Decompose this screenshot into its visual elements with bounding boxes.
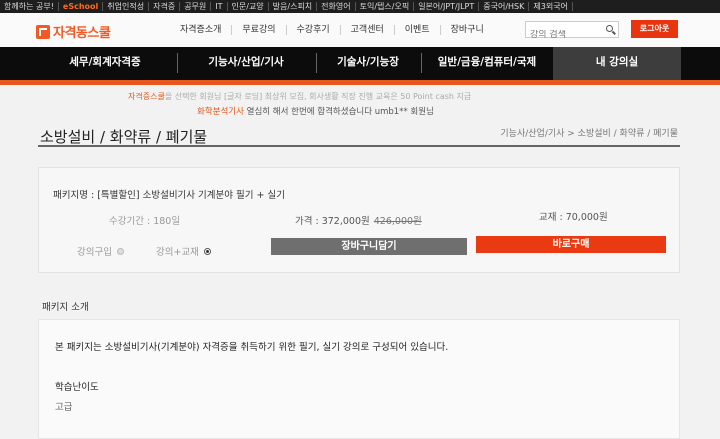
family-link-phone-english[interactable]: 전화영어 xyxy=(317,2,356,11)
search-input[interactable] xyxy=(530,30,600,40)
ticker-text: 을 선택한 회원님 [글자 로딩] 최상위 모집, 회사생활 직장 진행 교육은… xyxy=(164,92,472,101)
option-lecture-only[interactable]: 강의구입 xyxy=(77,244,124,258)
original-price: 426,000원 xyxy=(373,216,422,227)
search-box xyxy=(525,21,619,40)
notice-ticker: 자격증스쿨을 선택한 회원님 [글자 로딩] 최상위 모집, 회사생활 직장 진… xyxy=(0,86,720,120)
nav-cart[interactable]: 장바구니 xyxy=(441,25,494,35)
ticker-highlight: 화학분석기사 xyxy=(197,107,244,117)
site-header: 자격동스쿨 자격증소개 무료강의 수강후기 고객센터 이벤트 장바구니 로그아웃 xyxy=(0,13,720,47)
nav-reviews[interactable]: 수강후기 xyxy=(287,25,341,35)
main-nav-general[interactable]: 일반/금융/컴퓨터/국제 xyxy=(423,47,551,80)
nav-divider xyxy=(177,53,178,73)
nav-accent-bar xyxy=(0,80,720,85)
ticker-line-1: 자격증스쿨을 선택한 회원님 [글자 로딩] 최상위 모집, 회사생활 직장 진… xyxy=(128,91,471,102)
package-name: 패키지명 : [특별할인] 소방설비기사 기계분야 필기 + 실기 xyxy=(53,190,285,201)
family-link-third-language[interactable]: 제3외국어 xyxy=(529,2,573,11)
difficulty-value: 고급 xyxy=(55,402,73,413)
family-link-career[interactable]: 취업인적성 xyxy=(103,2,150,11)
eschool-link[interactable]: eSchool xyxy=(59,2,104,11)
logo-text: 자격동스쿨 xyxy=(53,26,111,41)
family-link-humanities[interactable]: 인문/교양 xyxy=(228,2,269,11)
search-icon[interactable] xyxy=(606,25,613,32)
family-site-bar: 함께하는 공부! eSchool 취업인적성 자격증 공무원 IT 인문/교양 … xyxy=(0,0,720,13)
nav-events[interactable]: 이벤트 xyxy=(395,25,441,35)
main-nav-tax[interactable]: 세무/회계자격증 xyxy=(40,47,170,80)
ticker-text: 열심히 해서 한번에 합격하셨습니다 umb1** 회원님 xyxy=(243,107,434,117)
option-label: 강의구입 xyxy=(77,247,112,258)
tagline: 함께하는 공부! xyxy=(0,2,59,11)
breadcrumb[interactable]: 기능사/산업/기사 > 소방설비 / 화약류 / 폐기물 xyxy=(500,126,678,139)
family-link-japanese[interactable]: 일본어/JPT/JLPT xyxy=(414,2,480,11)
family-link-chinese[interactable]: 중국어/HSK xyxy=(479,2,530,11)
package-card: 패키지명 : [특별할인] 소방설비기사 기계분야 필기 + 실기 수강기간 :… xyxy=(38,167,680,273)
nav-about[interactable]: 자격증소개 xyxy=(170,25,233,35)
family-link-toeic[interactable]: 토익/텝스/오픽 xyxy=(356,2,415,11)
option-label: 강의+교재 xyxy=(156,247,199,258)
nav-divider xyxy=(421,53,422,73)
buy-now-button[interactable]: 바로구매 xyxy=(476,236,666,253)
family-link-it[interactable]: IT xyxy=(211,2,228,11)
family-link-license[interactable]: 자격증 xyxy=(149,2,181,11)
site-logo[interactable]: 자격동스쿨 xyxy=(36,22,111,41)
add-to-cart-button[interactable]: 장바구니담기 xyxy=(271,238,467,255)
study-period: 수강기간 : 180일 xyxy=(109,216,181,227)
main-nav-engineer[interactable]: 기능사/산업/기사 xyxy=(180,47,312,80)
family-link-speech[interactable]: 발음/스피치 xyxy=(269,2,318,11)
title-divider xyxy=(38,145,680,147)
nav-free-lectures[interactable]: 무료강의 xyxy=(232,25,287,35)
logo-icon xyxy=(36,24,50,39)
ticker-line-2: 화학분석기사 열심히 해서 한번에 합격하셨습니다 umb1** 회원님 xyxy=(197,105,434,117)
main-nav-my-classroom[interactable]: 내 강의실 xyxy=(553,47,681,80)
textbook-price: 교재 : 70,000원 xyxy=(539,212,608,223)
ticker-highlight: 자격증스쿨 xyxy=(128,92,165,101)
sale-price: 가격 : 372,000원 xyxy=(295,216,370,227)
nav-support[interactable]: 고객센터 xyxy=(341,25,395,35)
nav-divider xyxy=(316,53,317,73)
radio-selected-icon[interactable] xyxy=(203,247,211,255)
package-price: 가격 : 372,000원 426,000원 xyxy=(295,213,422,227)
page-title: 소방설비 / 화약류 / 폐기물 xyxy=(40,128,208,146)
package-intro-box: 본 패키지는 소방설비기사(기계분야) 자격증을 취득하기 위한 필기, 실기 … xyxy=(38,319,680,439)
family-link-civil[interactable]: 공무원 xyxy=(180,2,212,11)
radio-icon[interactable] xyxy=(116,247,124,255)
package-intro-text: 본 패키지는 소방설비기사(기계분야) 자격증을 취득하기 위한 필기, 실기 … xyxy=(55,342,449,353)
main-nav-technician[interactable]: 기술사/기능장 xyxy=(318,47,418,80)
logout-button[interactable]: 로그아웃 xyxy=(631,20,678,38)
top-nav: 자격증소개 무료강의 수강후기 고객센터 이벤트 장바구니 xyxy=(170,25,494,35)
difficulty-label: 학습난이도 xyxy=(55,382,99,393)
main-nav: 세무/회계자격증 기능사/산업/기사 기술사/기능장 일반/금융/컴퓨터/국제 … xyxy=(0,47,720,80)
option-lecture-book[interactable]: 강의+교재 xyxy=(156,244,211,258)
package-intro-heading: 패키지 소개 xyxy=(42,302,89,313)
